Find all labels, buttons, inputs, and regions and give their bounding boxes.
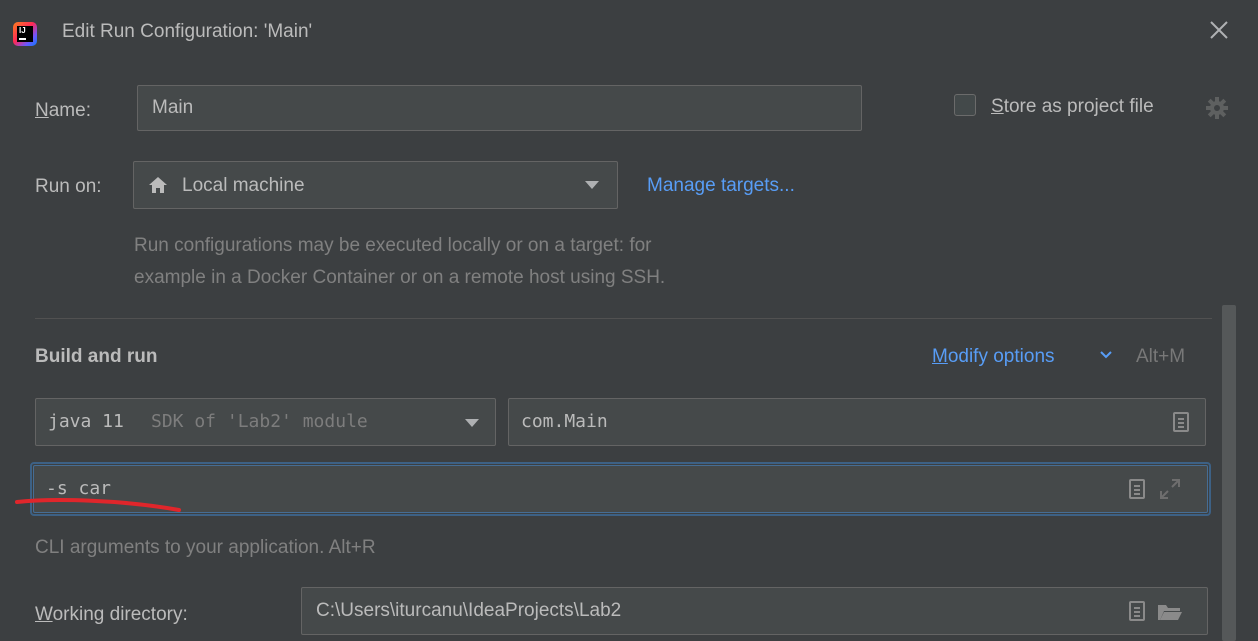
run-on-label: Run on: <box>35 176 102 197</box>
working-directory-input[interactable]: C:\Users\iturcanu\IdeaProjects\Lab2 <box>301 587 1208 635</box>
program-args-hint: CLI arguments to your application. Alt+R <box>35 537 376 558</box>
main-class-value: com.Main <box>521 411 608 432</box>
working-directory-label: Working directory: <box>35 604 188 625</box>
name-label: Name: <box>35 100 91 121</box>
manage-targets-link[interactable]: Manage targets... <box>647 175 795 197</box>
run-on-value: Local machine <box>182 175 305 196</box>
store-as-project-label[interactable]: Store as project file <box>991 96 1154 118</box>
vertical-scrollbar[interactable] <box>1222 305 1236 641</box>
run-on-dropdown[interactable]: Local machine <box>133 161 618 209</box>
build-and-run-heading: Build and run <box>35 346 158 367</box>
jre-dropdown[interactable]: java 11 SDK of 'Lab2' module <box>35 398 496 446</box>
section-divider <box>35 318 1212 319</box>
folder-icon[interactable] <box>1157 602 1183 622</box>
chevron-down-icon[interactable] <box>1100 350 1112 360</box>
chevron-down-icon <box>585 181 599 189</box>
chevron-down-icon <box>465 419 479 427</box>
gear-icon[interactable] <box>1205 96 1229 120</box>
red-annotation-underline <box>15 498 181 512</box>
run-on-hint-line1: Run configurations may be executed local… <box>134 235 652 256</box>
jre-description: SDK of 'Lab2' module <box>151 411 368 432</box>
insert-macro-icon[interactable] <box>1129 601 1145 621</box>
browse-class-icon[interactable] <box>1173 412 1189 432</box>
program-args-input[interactable]: -s car <box>33 465 1208 513</box>
window-title: Edit Run Configuration: 'Main' <box>62 21 313 42</box>
run-on-hint-line2: example in a Docker Container or on a re… <box>134 267 666 288</box>
store-as-project-checkbox[interactable] <box>954 94 976 116</box>
expand-icon[interactable] <box>1159 478 1181 500</box>
name-input[interactable]: Main <box>137 85 862 131</box>
home-icon <box>149 177 167 193</box>
expand-text-icon[interactable] <box>1129 479 1145 499</box>
close-icon[interactable] <box>1207 18 1231 42</box>
intellij-app-icon: IJ <box>13 22 37 46</box>
main-class-input[interactable]: com.Main <box>508 398 1206 446</box>
jre-version: java 11 <box>48 411 124 432</box>
modify-options-link[interactable]: Modify options <box>932 346 1055 368</box>
modify-options-shortcut: Alt+M <box>1136 346 1186 367</box>
